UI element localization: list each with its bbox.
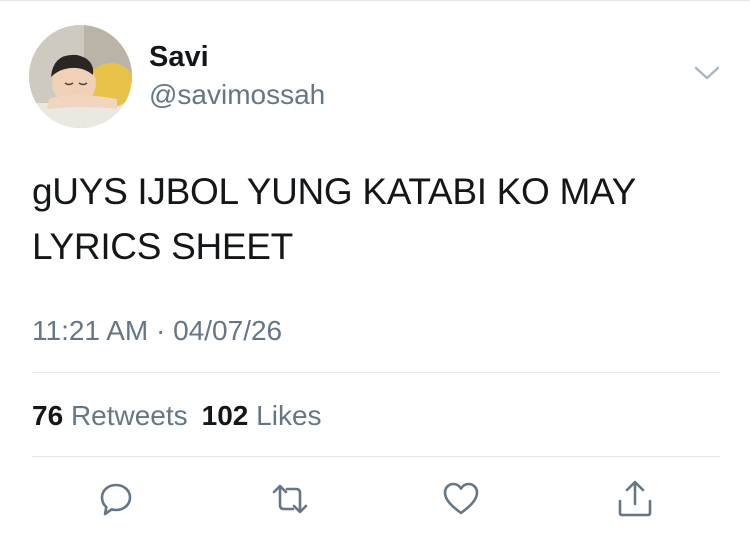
tweet-text-line: gUYS IJBOL YUNG KATABI KO MAY xyxy=(32,171,637,212)
heart-icon[interactable] xyxy=(441,479,481,519)
reply-icon[interactable] xyxy=(96,479,136,519)
divider xyxy=(32,456,720,457)
share-icon[interactable] xyxy=(615,479,655,519)
top-divider xyxy=(0,0,750,1)
retweet-icon[interactable] xyxy=(270,479,310,519)
divider xyxy=(32,372,720,373)
likes-count: 102 xyxy=(201,400,249,431)
tweet-text-line: LYRICS SHEET xyxy=(32,226,293,267)
tweet-time: 11:21 AM xyxy=(32,315,149,346)
meta-separator: · xyxy=(156,315,166,346)
likes-stat[interactable]: 102 Likes xyxy=(202,400,322,431)
engagement-stats: 76 Retweets 102 Likes xyxy=(32,398,322,434)
retweets-stat[interactable]: 76 Retweets xyxy=(32,400,188,431)
tweet-text: gUYS IJBOL YUNG KATABI KO MAY LYRICS SHE… xyxy=(32,164,712,274)
chevron-down-icon[interactable] xyxy=(693,63,721,83)
display-name[interactable]: Savi xyxy=(149,40,209,74)
avatar[interactable] xyxy=(29,25,132,128)
user-handle[interactable]: @savimossah xyxy=(149,79,325,111)
retweets-count: 76 xyxy=(32,400,64,431)
tweet-timestamp[interactable]: 11:21 AM · 04/07/26 xyxy=(32,313,282,349)
action-bar xyxy=(0,479,750,519)
retweets-label: Retweets xyxy=(70,400,188,431)
tweet-date: 04/07/26 xyxy=(173,315,283,346)
likes-label: Likes xyxy=(256,400,322,431)
